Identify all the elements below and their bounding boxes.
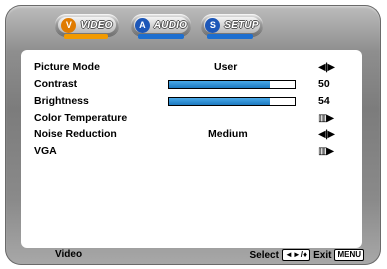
- tab-setup[interactable]: S SETUP: [201, 14, 263, 36]
- menu-row-contrast[interactable]: Contrast 50: [34, 77, 354, 93]
- tab-video[interactable]: V VIDEO: [55, 14, 119, 36]
- video-badge-icon: V: [61, 17, 77, 33]
- exit-hint-label: Exit: [313, 249, 332, 261]
- brightness-slider-fill: [169, 98, 270, 105]
- tab-video-label: VIDEO: [80, 19, 113, 31]
- menu-row-brightness[interactable]: Brightness 54: [34, 94, 354, 110]
- contrast-slider-fill: [169, 81, 270, 88]
- left-right-arrow-icon[interactable]: ◀|▶: [318, 62, 335, 73]
- tab-audio-underline: [138, 34, 184, 39]
- picture-mode-label: Picture Mode: [34, 61, 100, 73]
- menu-row-color-temperature[interactable]: Color Temperature ▥▶: [34, 111, 354, 127]
- contrast-value: 50: [318, 78, 330, 90]
- noise-reduction-value: Medium: [208, 128, 248, 140]
- tab-audio[interactable]: A AUDIO: [131, 14, 191, 36]
- tab-setup-underline: [207, 34, 253, 39]
- vga-label: VGA: [34, 145, 57, 157]
- footer-bar: Video Select ◄►/♦ Exit MENU: [21, 249, 364, 263]
- color-temperature-label: Color Temperature: [34, 112, 128, 124]
- tab-audio-label: AUDIO: [153, 19, 188, 31]
- submenu-arrow-icon[interactable]: ▥▶: [318, 146, 334, 157]
- setup-badge-icon: S: [205, 17, 221, 33]
- select-hint-label: Select: [249, 249, 279, 261]
- brightness-label: Brightness: [34, 95, 89, 107]
- submenu-arrow-icon[interactable]: ▥▶: [318, 113, 334, 124]
- contrast-label: Contrast: [34, 78, 78, 90]
- menu-row-noise-reduction[interactable]: Noise Reduction Medium ◀|▶: [34, 127, 354, 143]
- menu-row-vga[interactable]: VGA ▥▶: [34, 144, 354, 160]
- footer-hints: Select ◄►/♦ Exit MENU: [249, 249, 364, 261]
- tab-setup-label: SETUP: [224, 19, 259, 31]
- contrast-slider[interactable]: [168, 80, 296, 89]
- left-right-arrow-icon[interactable]: ◀|▶: [318, 129, 335, 140]
- select-key-icon: ◄►/♦: [281, 249, 311, 261]
- tab-video-underline: [64, 34, 108, 39]
- brightness-slider[interactable]: [168, 97, 296, 106]
- menu-key-icon: MENU: [334, 249, 364, 261]
- footer-section-label: Video: [55, 249, 83, 260]
- brightness-value: 54: [318, 95, 330, 107]
- picture-mode-value: User: [214, 61, 238, 73]
- audio-badge-icon: A: [134, 17, 150, 33]
- noise-reduction-label: Noise Reduction: [34, 128, 117, 140]
- menu-row-picture-mode[interactable]: Picture Mode User ◀|▶: [34, 60, 354, 76]
